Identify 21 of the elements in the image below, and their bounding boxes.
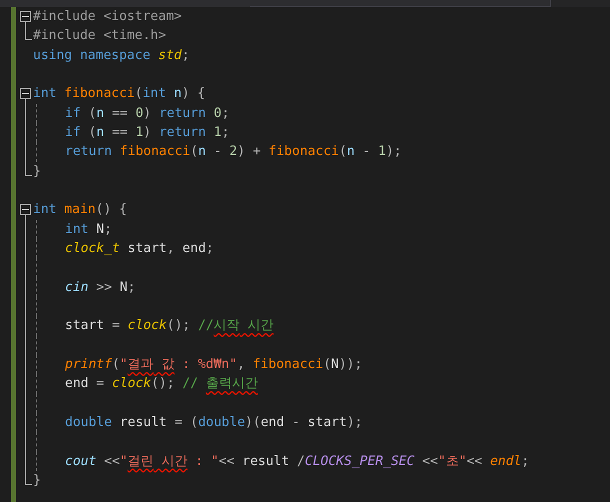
collapse-icon[interactable] [20, 11, 31, 22]
code-line: printf("결과 값 : %d₩n", fibonacci(N)); [65, 356, 362, 374]
code-line: int N; [65, 220, 112, 239]
collapse-icon[interactable] [20, 88, 31, 100]
code-line: #include <iostream> [33, 8, 182, 26]
code-line: cout <<"걸린 시간 : "<< result /CLOCKS_PER_SEC <<"초"<< endl; [65, 452, 530, 471]
code-line: if (n == 1) return 1; [65, 124, 230, 142]
code-line: double result = (double)(end - start); [65, 414, 362, 432]
code-line: clock_t start, end; [65, 240, 214, 258]
code-line: return fibonacci(n - 2) + fibonacci(n - 1); [65, 143, 402, 162]
code-line: } [33, 162, 41, 181]
code-line: cin >> N; [65, 278, 136, 297]
code-line: int main() { [33, 201, 127, 220]
code-line: if (n == 0) return 0; [65, 104, 230, 123]
code-line: } [33, 472, 41, 490]
code-line: start = clock(); //시작 시간 [65, 317, 274, 336]
code-line: int fibonacci(int n) { [33, 85, 206, 104]
collapse-icon[interactable] [20, 204, 31, 216]
code-line: #include <time.h> [33, 27, 166, 46]
code-line: using namespace std; [33, 46, 190, 65]
code-line: end = clock(); // 출력시간 [65, 375, 258, 394]
